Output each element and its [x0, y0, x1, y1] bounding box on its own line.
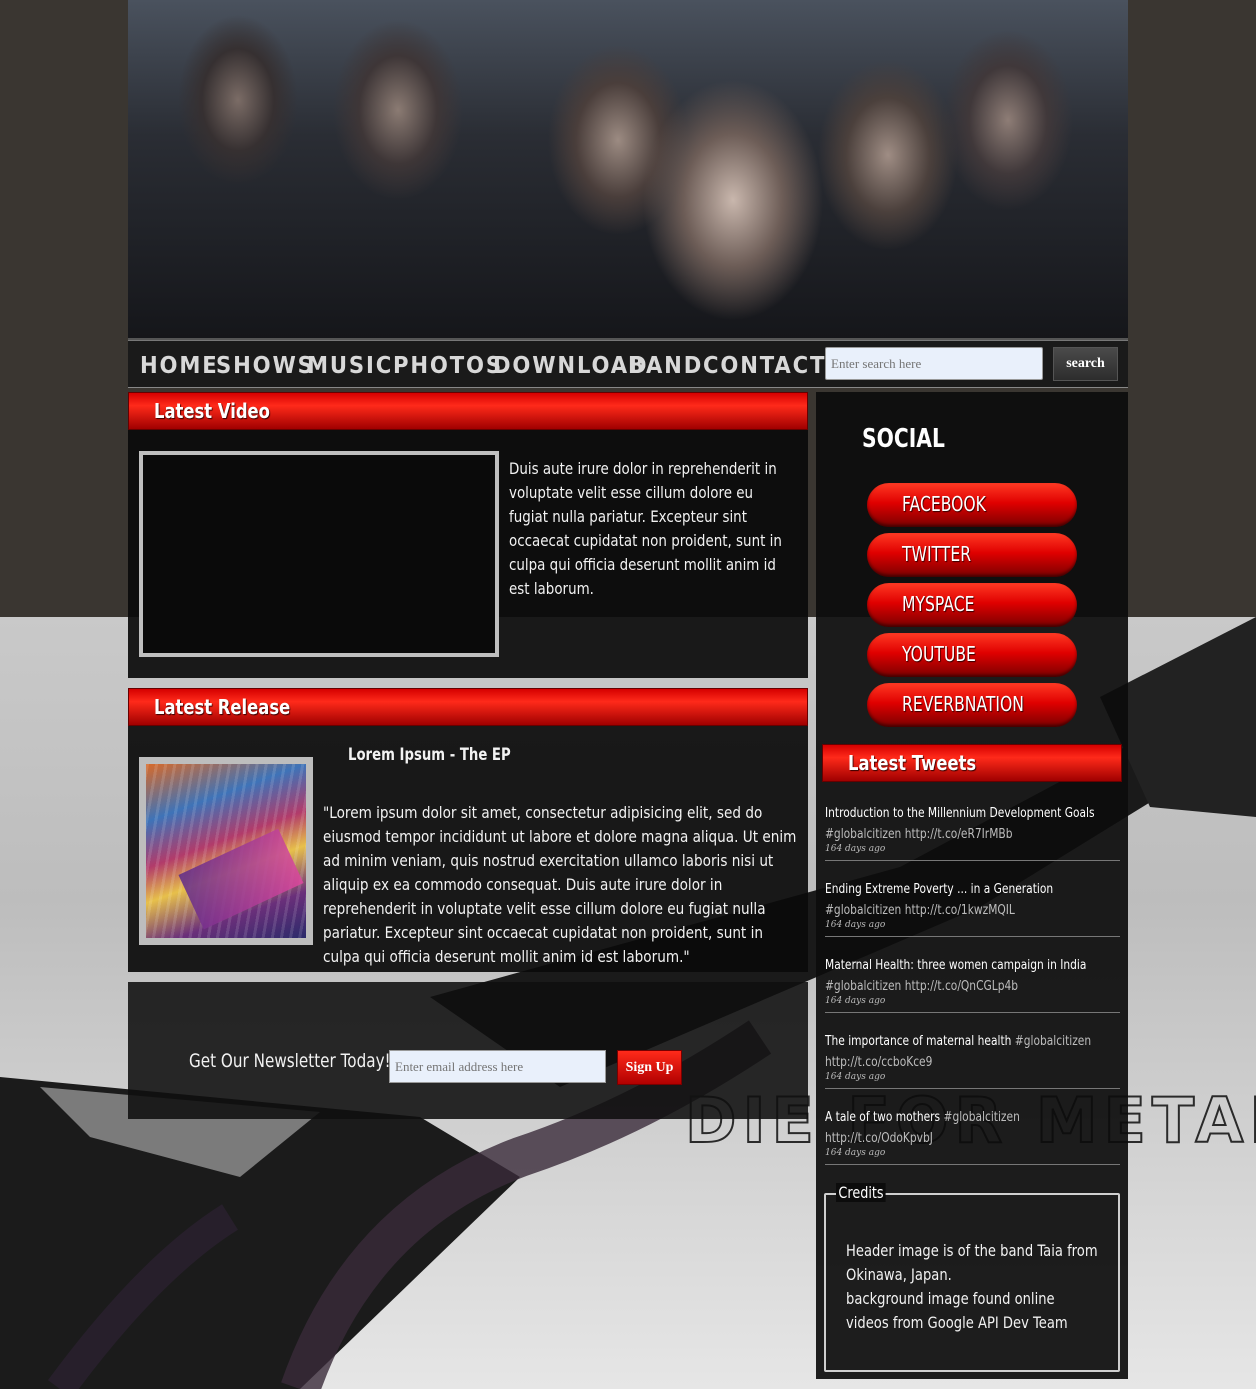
credits-text: Header image is of the band Taia from Ok…	[846, 1239, 1098, 1335]
tweet-text: Maternal Health: three women campaign in…	[825, 958, 1087, 973]
credits-box: Credits Header image is of the band Taia…	[824, 1183, 1120, 1372]
twitter-button[interactable]: TWITTER	[867, 533, 1077, 577]
header-band-photo	[128, 0, 1128, 340]
tweet-item: The importance of maternal health #globa…	[825, 1031, 1120, 1089]
email-field[interactable]	[389, 1050, 606, 1083]
facebook-button[interactable]: FACEBOOK	[867, 483, 1077, 527]
latest-video-text: Duis aute irure dolor in reprehenderit i…	[509, 459, 782, 598]
album-art-image	[146, 764, 306, 938]
reverbnation-label: REVERBNATION	[902, 692, 1024, 716]
release-description: "Lorem ipsum dolor sit amet, consectetur…	[323, 803, 797, 966]
tweet-hashtag[interactable]: #globalcitizen	[825, 979, 901, 994]
facebook-label: FACEBOOK	[902, 492, 986, 516]
latest-release-panel: Latest Release Lorem Ipsum - The EP "Lor…	[128, 688, 808, 972]
tweet-item: Ending Extreme Poverty ... in a Generati…	[825, 879, 1120, 937]
tweet-hashtag[interactable]: #globalcitizen	[1015, 1034, 1091, 1049]
latest-video-header: Latest Video	[128, 392, 808, 430]
release-album-title: Lorem Ipsum - The EP	[348, 745, 511, 765]
sidebar: SOCIAL FACEBOOK TWITTER MYSPACE YOUTUBE …	[816, 392, 1128, 1379]
tweet-time: 164 days ago	[825, 920, 886, 930]
twitter-label: TWITTER	[902, 542, 972, 566]
tweet-item: Introduction to the Millennium Developme…	[825, 803, 1120, 861]
credits-line: background image found online	[846, 1289, 1055, 1308]
tweet-time: 164 days ago	[825, 844, 886, 854]
youtube-button[interactable]: YOUTUBE	[867, 633, 1077, 677]
nav-download[interactable]: DOWNLOAD	[493, 349, 648, 383]
nav-contact[interactable]: CONTACT	[703, 349, 826, 383]
nav-shows[interactable]: SHOWS	[216, 349, 315, 383]
latest-video-title: Latest Video	[154, 399, 270, 423]
latest-tweets-header: Latest Tweets	[822, 744, 1122, 782]
nav-music[interactable]: MUSIC	[307, 349, 393, 383]
credits-line: Okinawa, Japan.	[846, 1265, 952, 1284]
nav-band[interactable]: BAND	[628, 349, 703, 383]
tweet-text: Introduction to the Millennium Developme…	[825, 806, 1095, 821]
latest-video-panel: Latest Video Duis aute irure dolor in re…	[128, 392, 808, 678]
signup-button[interactable]: Sign Up	[617, 1050, 682, 1085]
tweet-hashtag[interactable]: #globalcitizen	[944, 1110, 1020, 1125]
tweet-link[interactable]: http://t.co/ccboKce9	[825, 1055, 932, 1070]
reverbnation-button[interactable]: REVERBNATION	[867, 683, 1077, 727]
tweet-link[interactable]: http://t.co/QnCGLp4b	[905, 979, 1018, 994]
latest-tweets-title: Latest Tweets	[848, 751, 977, 775]
newsletter-panel: Get Our Newsletter Today! Sign Up	[128, 982, 808, 1119]
search-button[interactable]: search	[1053, 347, 1118, 381]
tweet-text: The importance of maternal health	[825, 1034, 1012, 1049]
tweet-hashtag[interactable]: #globalcitizen	[825, 827, 901, 842]
latest-release-header: Latest Release	[128, 688, 808, 726]
album-cover[interactable]	[139, 757, 313, 945]
tweet-time: 164 days ago	[825, 1148, 886, 1158]
nav-home[interactable]: HOME	[140, 349, 219, 383]
credits-line: videos from Google API Dev Team	[846, 1313, 1068, 1332]
tweet-link[interactable]: http://t.co/eR7IrMBb	[905, 827, 1013, 842]
video-player[interactable]	[139, 451, 499, 657]
tweet-time: 164 days ago	[825, 996, 886, 1006]
tweet-text: A tale of two mothers	[825, 1110, 941, 1125]
tweet-link[interactable]: http://t.co/1kwzMQIL	[905, 903, 1015, 918]
tweet-item: Maternal Health: three women campaign in…	[825, 955, 1120, 1013]
main-nav: HOME SHOWS MUSIC PHOTOS DOWNLOAD BAND CO…	[128, 340, 1128, 388]
tweet-link[interactable]: http://t.co/OdoKpvbJ	[825, 1131, 933, 1146]
newsletter-label: Get Our Newsletter Today!	[189, 1050, 391, 1072]
credits-line: Header image is of the band Taia from	[846, 1241, 1098, 1260]
youtube-label: YOUTUBE	[902, 642, 976, 666]
tweet-time: 164 days ago	[825, 1072, 886, 1082]
myspace-label: MYSPACE	[902, 592, 975, 616]
myspace-button[interactable]: MYSPACE	[867, 583, 1077, 627]
tweet-item: A tale of two mothers #globalcitizen http…	[825, 1107, 1120, 1165]
tweet-text: Ending Extreme Poverty ... in a Generati…	[825, 882, 1054, 897]
latest-release-title: Latest Release	[154, 695, 291, 719]
search-input[interactable]	[825, 347, 1043, 380]
credits-legend: Credits	[836, 1183, 886, 1202]
tweet-hashtag[interactable]: #globalcitizen	[825, 903, 901, 918]
nav-photos[interactable]: PHOTOS	[393, 349, 503, 383]
social-title: SOCIAL	[862, 424, 945, 454]
